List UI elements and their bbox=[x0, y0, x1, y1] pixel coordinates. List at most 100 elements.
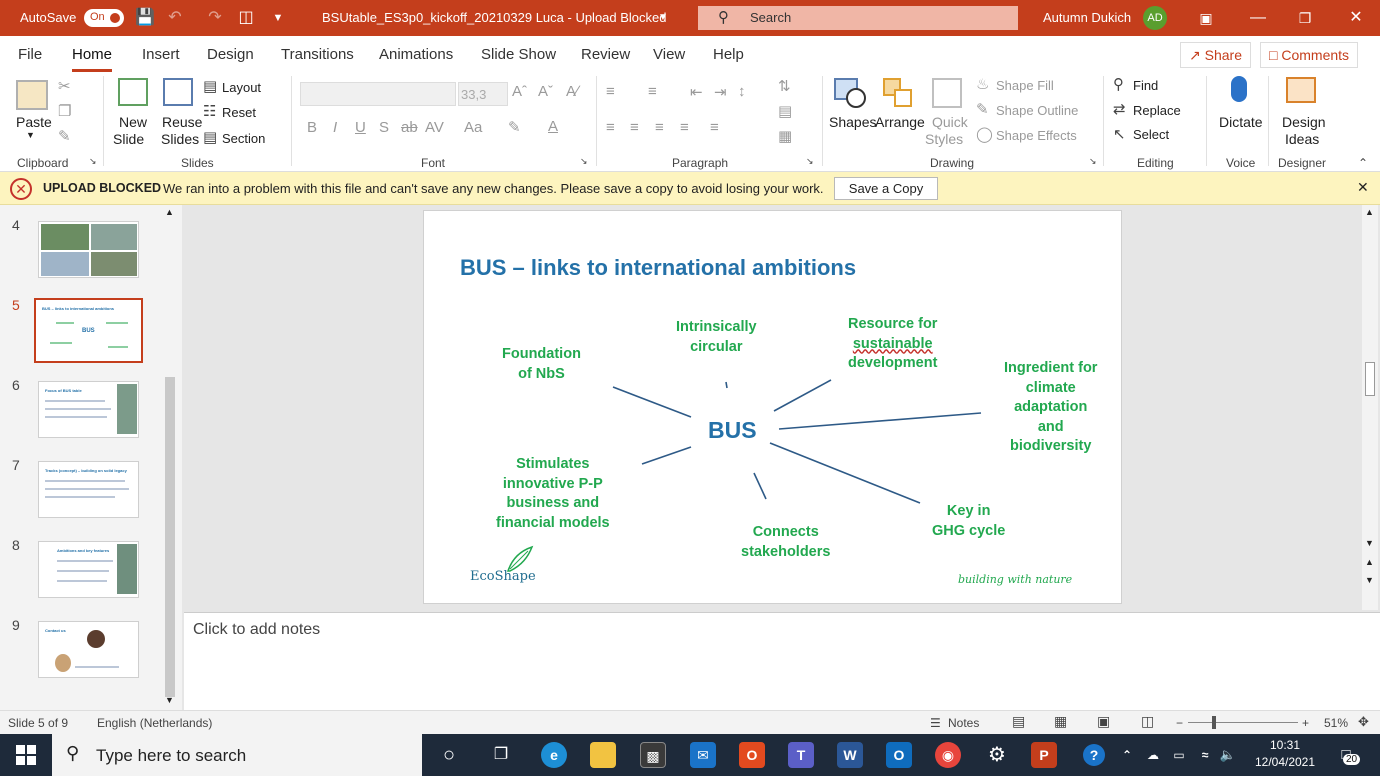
shape-effects-button[interactable]: Shape Effects bbox=[996, 128, 1077, 143]
tab-transitions[interactable]: Transitions bbox=[281, 46, 354, 63]
battery-icon[interactable]: ▭ bbox=[1166, 742, 1192, 768]
zoom-level[interactable]: 51% bbox=[1324, 716, 1348, 730]
slide-sorter-icon[interactable]: ▦ bbox=[1054, 713, 1067, 730]
shape-fill-button[interactable]: Shape Fill bbox=[996, 78, 1054, 93]
scroll-up-icon[interactable]: ▲ bbox=[1365, 207, 1374, 217]
user-name[interactable]: Autumn Dukich bbox=[1043, 10, 1131, 25]
outlook-icon[interactable]: O bbox=[886, 742, 912, 768]
character-spacing-button[interactable]: AV bbox=[425, 119, 444, 136]
redo-icon[interactable]: ↷ bbox=[205, 8, 225, 28]
paste-button[interactable]: Paste bbox=[16, 114, 52, 130]
numbering-icon[interactable]: ≡ bbox=[648, 83, 657, 100]
onedrive-icon[interactable]: ☁ bbox=[1140, 742, 1166, 768]
save-icon[interactable]: 💾 bbox=[135, 8, 155, 28]
normal-view-icon[interactable]: ▤ bbox=[1012, 713, 1025, 730]
minimize-icon[interactable]: — bbox=[1248, 8, 1268, 28]
copy-icon[interactable]: ❐ bbox=[58, 102, 71, 120]
shape-effects-icon[interactable]: ◯ bbox=[976, 125, 993, 143]
select-button[interactable]: Select bbox=[1133, 127, 1169, 142]
task-view-icon[interactable]: ❐ bbox=[488, 742, 514, 768]
dictate-button[interactable]: Dictate bbox=[1219, 114, 1263, 130]
reuse-slides-label-2[interactable]: Slides bbox=[161, 131, 199, 147]
editor-scrollbar[interactable]: ▲ ▼ ▲ ▼ bbox=[1362, 205, 1378, 610]
bold-button[interactable]: B bbox=[307, 119, 317, 136]
decrease-indent-icon[interactable]: ⇤ bbox=[690, 83, 703, 101]
fit-slide-icon[interactable]: ✥ bbox=[1358, 714, 1369, 730]
slide-thumbnail-5[interactable]: BUS – links to international ambitions B… bbox=[34, 298, 143, 363]
present-icon[interactable]: ◫ bbox=[236, 8, 256, 28]
shapes-button[interactable]: Shapes bbox=[829, 114, 876, 130]
chrome-icon[interactable]: ◉ bbox=[935, 742, 961, 768]
zoom-slider-handle[interactable] bbox=[1212, 716, 1216, 729]
word-icon[interactable]: W bbox=[837, 742, 863, 768]
find-icon[interactable]: ⚲ bbox=[1113, 75, 1124, 93]
reuse-slides-icon[interactable] bbox=[163, 78, 193, 106]
layout-button[interactable]: Layout bbox=[222, 80, 261, 95]
close-icon[interactable]: ✕ bbox=[1346, 8, 1366, 28]
replace-button[interactable]: Replace bbox=[1133, 103, 1181, 118]
customize-toolbar-icon[interactable]: ▼ bbox=[268, 8, 288, 28]
zoom-in-icon[interactable]: + bbox=[1302, 716, 1309, 730]
quick-styles-label-2[interactable]: Styles bbox=[925, 131, 963, 147]
find-button[interactable]: Find bbox=[1133, 78, 1158, 93]
scrollbar-thumb[interactable] bbox=[165, 377, 175, 697]
paste-icon[interactable] bbox=[16, 80, 48, 110]
increase-indent-icon[interactable]: ⇥ bbox=[714, 83, 727, 101]
scroll-up-icon[interactable]: ▲ bbox=[165, 207, 174, 217]
reset-icon[interactable]: ☷ bbox=[203, 102, 216, 120]
thumbnail-scrollbar[interactable]: ▲ ▼ bbox=[162, 205, 178, 710]
select-icon[interactable]: ↖ bbox=[1113, 125, 1126, 143]
shape-outline-button[interactable]: Shape Outline bbox=[996, 103, 1078, 118]
close-infobar-icon[interactable]: ✕ bbox=[1357, 179, 1369, 196]
drawing-launcher-icon[interactable]: ↘ bbox=[1089, 156, 1097, 167]
text-circular[interactable]: Intrinsically circular bbox=[676, 318, 757, 357]
slideshow-icon[interactable]: ◫ bbox=[1141, 713, 1154, 730]
bus-center-label[interactable]: BUS bbox=[708, 417, 757, 444]
text-foundation[interactable]: Foundation of NbS bbox=[502, 345, 581, 384]
language-indicator[interactable]: English (Netherlands) bbox=[97, 716, 212, 730]
reuse-slides-label-1[interactable]: Reuse bbox=[162, 114, 202, 130]
undo-icon[interactable]: ↶ bbox=[165, 8, 185, 28]
notes-icon[interactable]: ☰ bbox=[930, 716, 941, 730]
store-icon[interactable]: ▩ bbox=[640, 742, 666, 768]
align-left-icon[interactable]: ≡ bbox=[606, 119, 615, 136]
slide-thumbnail-7[interactable]: Tracks (concept) – building on solid leg… bbox=[38, 461, 139, 518]
file-explorer-icon[interactable] bbox=[590, 742, 616, 768]
grow-font-icon[interactable]: Aˆ bbox=[512, 83, 527, 100]
cortana-icon[interactable]: ○ bbox=[436, 742, 462, 768]
reset-button[interactable]: Reset bbox=[222, 105, 256, 120]
text-stakeholders[interactable]: Connects stakeholders bbox=[741, 523, 830, 562]
tab-file[interactable]: File bbox=[18, 46, 42, 63]
clipboard-launcher-icon[interactable]: ↘ bbox=[89, 156, 97, 167]
teams-icon[interactable]: T bbox=[788, 742, 814, 768]
slide-thumbnail-4[interactable] bbox=[38, 221, 139, 278]
notes-placeholder[interactable]: Click to add notes bbox=[193, 621, 320, 639]
scroll-down-icon[interactable]: ▼ bbox=[165, 695, 174, 705]
settings-gear-icon[interactable]: ⚙ bbox=[984, 742, 1010, 768]
cut-icon[interactable]: ✂ bbox=[58, 77, 71, 95]
tab-view[interactable]: View bbox=[653, 46, 685, 63]
save-a-copy-button[interactable]: Save a Copy bbox=[834, 177, 938, 200]
reading-view-icon[interactable]: ▣ bbox=[1097, 713, 1110, 730]
text-stimulates[interactable]: Stimulates innovative P-P business and f… bbox=[496, 455, 610, 533]
share-button[interactable]: ↗ Share bbox=[1180, 42, 1251, 68]
slide-canvas[interactable]: BUS – links to international ambitions F… bbox=[423, 210, 1122, 604]
tab-slide-show[interactable]: Slide Show bbox=[481, 46, 556, 63]
underline-button[interactable]: U bbox=[355, 119, 366, 136]
search-box[interactable]: ⚲ Search bbox=[698, 6, 1018, 30]
highlight-icon[interactable]: ✎ bbox=[508, 118, 521, 136]
new-slide-label-1[interactable]: New bbox=[119, 114, 147, 130]
scroll-down-icon[interactable]: ▼ bbox=[1365, 538, 1374, 548]
chevron-down-icon[interactable]: ▼ bbox=[658, 12, 668, 23]
taskbar-search-box[interactable]: ⚲ Type here to search bbox=[52, 734, 422, 776]
strikethrough-button[interactable]: ab bbox=[401, 119, 418, 136]
align-text-icon[interactable]: ▤ bbox=[778, 102, 792, 120]
font-launcher-icon[interactable]: ↘ bbox=[580, 156, 588, 167]
document-title[interactable]: BSUtable_ES3p0_kickoff_20210329 Luca - U… bbox=[322, 10, 667, 25]
help-icon[interactable]: ? bbox=[1083, 744, 1105, 766]
format-painter-icon[interactable]: ✎ bbox=[58, 127, 71, 145]
replace-icon[interactable]: ⇄ bbox=[1113, 100, 1126, 118]
slide-thumbnail-6[interactable]: Focus of BUS table bbox=[38, 381, 139, 438]
next-slide-icon[interactable]: ▼ bbox=[1365, 575, 1374, 585]
paragraph-launcher-icon[interactable]: ↘ bbox=[806, 156, 814, 167]
